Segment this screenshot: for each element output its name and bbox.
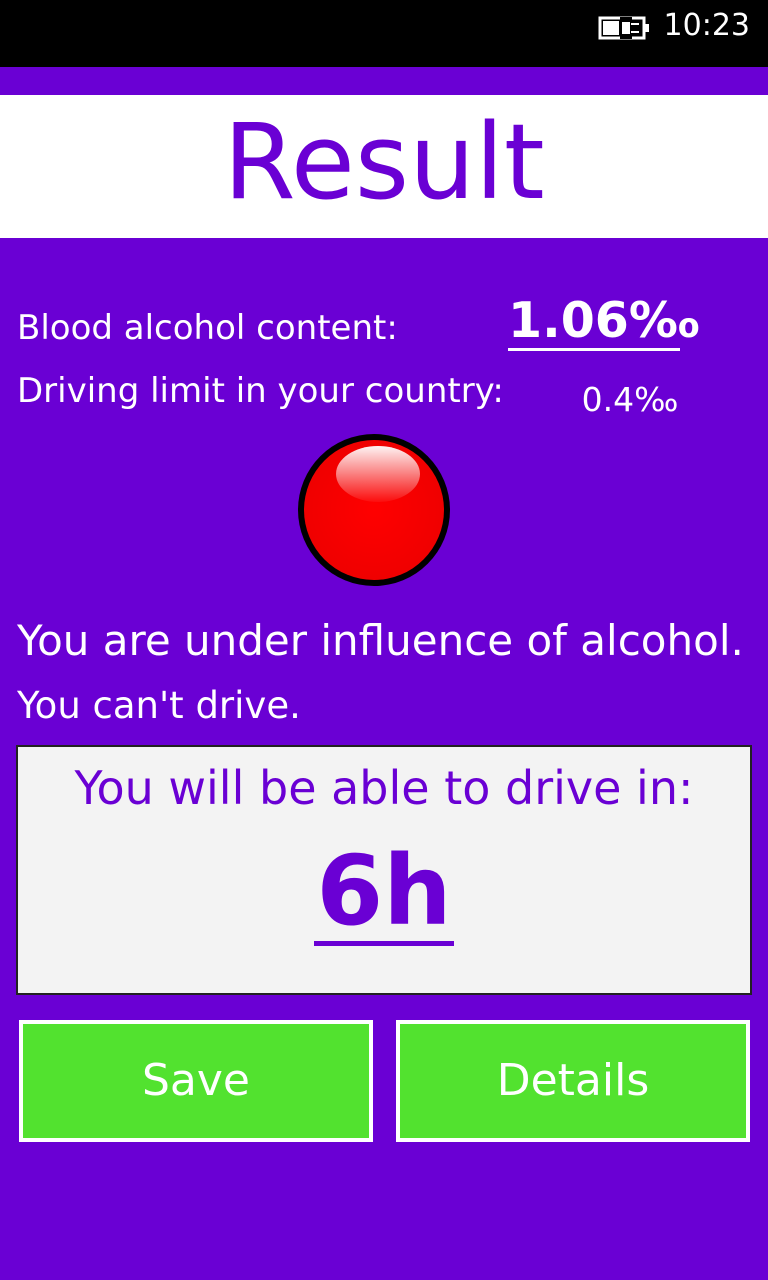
battery-charging-icon	[598, 16, 649, 40]
status-time: 10:23	[663, 8, 750, 43]
page-title: Result	[223, 101, 545, 223]
drive-time-box: You will be able to drive in: 6h	[16, 745, 752, 995]
drive-warning: You can't drive.	[17, 684, 301, 727]
bac-value: 1.06‰	[508, 292, 700, 351]
limit-value: 0.4‰	[581, 380, 679, 419]
status-message: You are under influence of alcohol.	[17, 616, 744, 665]
bac-label: Blood alcohol content:	[17, 308, 398, 348]
details-button[interactable]: Details	[396, 1020, 750, 1142]
status-bar: 10:23	[0, 0, 768, 67]
drive-time-label: You will be able to drive in:	[74, 761, 694, 815]
title-bar: Result	[0, 95, 768, 238]
red-light-icon	[298, 434, 450, 586]
drive-time-value: 6h	[314, 835, 454, 947]
limit-label: Driving limit in your country:	[17, 371, 504, 411]
save-button[interactable]: Save	[19, 1020, 373, 1142]
